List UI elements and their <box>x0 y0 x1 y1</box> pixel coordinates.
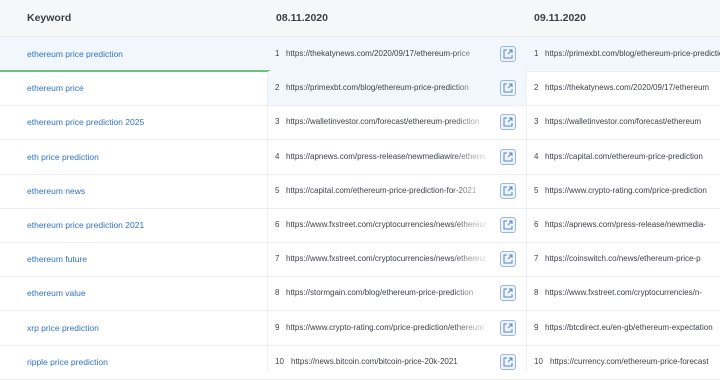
ranking-cell-date-2: 7 https://coinswitch.co/news/ethereum-pri… <box>527 242 720 276</box>
keyword-link[interactable]: ripple price prediction <box>27 345 108 379</box>
table-row[interactable]: ethereum news 5 https://capital.com/ethere… <box>0 174 720 209</box>
table-row[interactable]: ethereum price prediction 1 https://thekat… <box>0 37 720 72</box>
rank-position: 9 <box>275 322 280 332</box>
ranking-url: https://currency.com/ethereum-price-fore… <box>550 356 709 366</box>
ranking-cell-date-1: 10 https://news.bitcoin.com/bitcoin-price… <box>268 345 526 379</box>
ranking-cell-date-1: 5 https://capital.com/ethereum-price-pred… <box>268 174 526 208</box>
table-row[interactable]: ethereum value 8 https://stormgain.com/blo… <box>0 276 720 312</box>
ranking-cell-date-1: 6 https://www.fxstreet.com/cryptocurrenci… <box>268 208 526 242</box>
table-row[interactable]: xrp price prediction 9 https://www.crypto-… <box>0 311 720 346</box>
rank-position: 3 <box>275 117 280 127</box>
rank-position: 9 <box>534 322 539 332</box>
ranking-url: https://www.fxstreet.com/cryptocurrencie… <box>545 288 702 298</box>
table-row[interactable]: eth price prediction 4 https://apnews.com/… <box>0 140 720 175</box>
external-link-icon[interactable] <box>500 114 516 131</box>
ranking-url: https://coinswitch.co/news/ethereum-pric… <box>545 254 701 264</box>
external-link-icon[interactable] <box>500 217 516 233</box>
rank-position: 5 <box>275 185 280 195</box>
external-link-icon[interactable] <box>500 353 516 370</box>
external-link-icon[interactable] <box>500 285 516 302</box>
ranking-url: https://www.fxstreet.com/cryptocurrencie… <box>286 220 486 229</box>
ranking-cell-date-1: 3 https://walletinvestor.com/forecast/eth… <box>268 105 526 139</box>
rank-position: 6 <box>275 220 280 229</box>
table-row[interactable]: ethereum future 7 https://www.fxstreet.com… <box>0 242 720 278</box>
rank-position: 10 <box>275 356 284 366</box>
ranking-cell-date-2: 5 https://www.crypto-rating.com/price-pre… <box>527 174 720 208</box>
ranking-cell-date-1: 7 https://www.fxstreet.com/cryptocurrenci… <box>268 242 526 276</box>
ranking-url: https://stormgain.com/blog/ethereum-pric… <box>286 288 474 298</box>
ranking-url: https://thekatynews.com/2020/09/17/ether… <box>286 49 471 58</box>
ranking-cell-date-1: 4 https://apnews.com/press-release/newmed… <box>268 140 526 174</box>
keyword-link[interactable]: ethereum price prediction 2021 <box>27 208 144 242</box>
ranking-url: https://news.bitcoin.com/bitcoin-price-2… <box>291 356 458 366</box>
ranking-url: https://thekatynews.com/2020/09/17/ether… <box>545 83 710 93</box>
ranking-url: https://capital.com/ethereum-price-predi… <box>286 185 477 195</box>
rank-position: 7 <box>275 254 280 264</box>
ranking-url: https://walletinvestor.com/forecast/ethe… <box>286 117 480 127</box>
rank-position: 8 <box>534 288 539 298</box>
keyword-link[interactable]: ethereum price <box>27 71 84 105</box>
ranking-cell-date-1: 9 https://www.crypto-rating.com/price-pre… <box>268 311 526 345</box>
ranking-url: https://primexbt.com/blog/ethereum-price… <box>545 49 720 58</box>
ranking-cell-date-2: 1 https://primexbt.com/blog/ethereum-pric… <box>527 37 720 71</box>
ranking-url: https://www.crypto-rating.com/price-pred… <box>286 322 484 332</box>
ranking-cell-date-2: 8 https://www.fxstreet.com/cryptocurrenci… <box>527 276 720 310</box>
ranking-cell-date-2: 2 https://thekatynews.com/2020/09/17/ethe… <box>527 71 720 105</box>
external-link-icon[interactable] <box>500 182 516 199</box>
external-link-icon[interactable] <box>500 80 516 97</box>
ranking-cell-date-2: 10 https://currency.com/ethereum-price-fo… <box>527 345 720 379</box>
rank-position: 2 <box>275 83 280 93</box>
external-link-icon[interactable] <box>500 251 516 268</box>
rank-position: 1 <box>534 49 539 58</box>
column-header-keyword[interactable]: Keyword <box>27 0 71 36</box>
column-header-date-1[interactable]: 08.11.2020 <box>276 0 328 36</box>
table-row[interactable]: ethereum price prediction 2021 6 https://w… <box>0 208 720 243</box>
table-row[interactable]: ethereum price 2 https://primexbt.com/blog… <box>0 71 720 107</box>
keyword-link[interactable]: ethereum news <box>27 174 85 208</box>
rank-position: 5 <box>534 185 539 195</box>
rank-position: 2 <box>534 83 539 93</box>
rank-position: 4 <box>534 151 539 161</box>
keyword-link[interactable]: ethereum value <box>27 276 86 310</box>
ranking-url: https://apnews.com/press-release/newmedi… <box>545 220 706 229</box>
ranking-url: https://capital.com/ethereum-price-predi… <box>545 151 703 161</box>
external-link-icon[interactable] <box>500 319 516 336</box>
serp-history-table: Keyword 08.11.2020 09.11.2020 ethereum p… <box>0 0 720 380</box>
ranking-url: https://apnews.com/press-release/newmedi… <box>286 151 486 161</box>
rank-position: 10 <box>534 356 543 366</box>
keyword-link[interactable]: xrp price prediction <box>27 311 99 345</box>
ranking-url: https://www.crypto-rating.com/price-pred… <box>545 185 707 195</box>
ranking-url: https://walletinvestor.com/forecast/ethe… <box>545 117 702 127</box>
keyword-link[interactable]: ethereum future <box>27 242 87 276</box>
table-header: Keyword 08.11.2020 09.11.2020 <box>0 0 720 37</box>
rank-position: 7 <box>534 254 539 264</box>
keyword-link[interactable]: ethereum price prediction 2025 <box>27 105 144 139</box>
external-link-icon[interactable] <box>500 148 516 165</box>
keyword-link[interactable]: eth price prediction <box>27 140 99 174</box>
ranking-cell-date-2: 3 https://walletinvestor.com/forecast/eth… <box>527 105 720 139</box>
table-row[interactable]: ripple price prediction 10 https://news.bi… <box>0 345 720 380</box>
ranking-cell-date-2: 6 https://apnews.com/press-release/newmed… <box>527 208 720 242</box>
ranking-url: https://btcdirect.eu/en-gb/ethereum-expe… <box>545 322 713 332</box>
ranking-cell-date-1: 1 https://thekatynews.com/2020/09/17/ethe… <box>268 37 526 71</box>
rank-position: 1 <box>275 49 280 58</box>
rank-position: 8 <box>275 288 280 298</box>
rank-position: 3 <box>534 117 539 127</box>
column-header-date-2[interactable]: 09.11.2020 <box>534 0 586 36</box>
ranking-cell-date-1: 2 https://primexbt.com/blog/ethereum-pric… <box>268 71 526 106</box>
table-row[interactable]: ethereum price prediction 2025 3 https://w… <box>0 105 720 141</box>
rank-position: 6 <box>534 220 539 229</box>
ranking-cell-date-2: 4 https://capital.com/ethereum-price-pred… <box>527 140 720 174</box>
ranking-cell-date-1: 8 https://stormgain.com/blog/ethereum-pri… <box>268 276 526 310</box>
ranking-url: https://www.fxstreet.com/cryptocurrencie… <box>286 254 486 264</box>
ranking-cell-date-2: 9 https://btcdirect.eu/en-gb/ethereum-exp… <box>527 311 720 345</box>
keyword-link[interactable]: ethereum price prediction <box>27 37 123 71</box>
ranking-url: https://primexbt.com/blog/ethereum-price… <box>286 83 469 93</box>
external-link-icon[interactable] <box>500 46 516 62</box>
rank-position: 4 <box>275 151 280 161</box>
